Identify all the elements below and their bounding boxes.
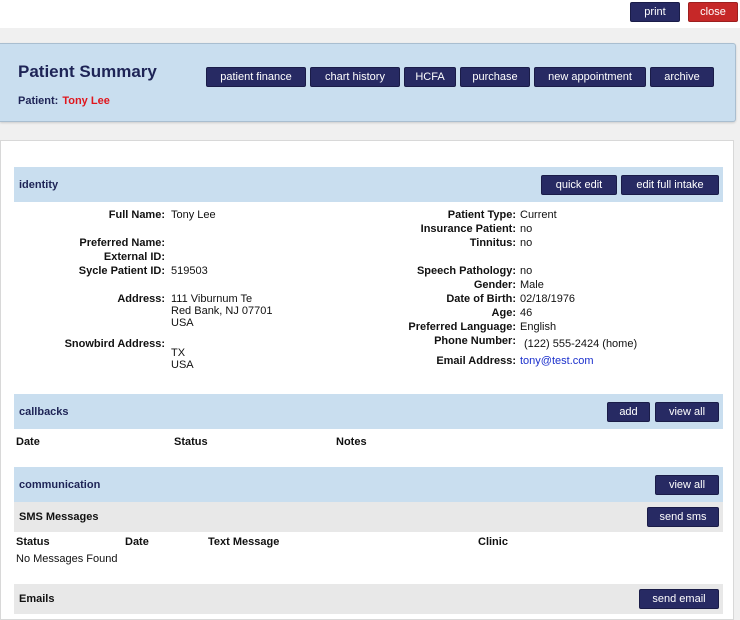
sms-col-clinic: Clinic — [478, 536, 508, 548]
patient-summary-header: Patient Summary Patient: Tony Lee patient… — [0, 43, 736, 122]
gender-value: Male — [520, 279, 544, 291]
speech-pathology-label: Speech Pathology: — [416, 265, 516, 277]
email-address-label: Email Address: — [436, 355, 516, 367]
sms-col-text-message: Text Message — [208, 536, 280, 548]
insurance-patient-label: Insurance Patient: — [420, 223, 516, 235]
age-value: 46 — [520, 307, 533, 319]
insurance-patient-value: no — [520, 223, 533, 235]
address-line-3: USA — [171, 317, 194, 329]
email-link[interactable]: tony@test.com — [520, 355, 594, 367]
tinnitus-label: Tinnitus: — [469, 237, 516, 249]
sms-subsection-header: SMS Messages send sms — [14, 502, 723, 532]
summary-content: identity quick edit edit full intake Ful… — [0, 140, 734, 620]
page-title: Patient Summary — [18, 62, 157, 81]
callbacks-col-notes: Notes — [336, 436, 367, 448]
dob-label: Date of Birth: — [446, 293, 516, 305]
sms-col-status: Status — [16, 536, 50, 548]
emails-title: Emails — [19, 593, 55, 605]
gender-label: Gender: — [473, 279, 516, 291]
patient-type-value: Current — [520, 209, 557, 221]
callbacks-section-header: callbacks add view all — [14, 394, 723, 429]
view-all-communication-button[interactable]: view all — [655, 475, 719, 495]
send-email-button[interactable]: send email — [639, 589, 719, 609]
emails-subsection-header: Emails send email — [14, 584, 723, 614]
sms-title: SMS Messages — [19, 511, 99, 523]
sms-empty-message: No Messages Found — [16, 553, 118, 565]
tinnitus-value: no — [520, 237, 533, 249]
communication-title: communication — [19, 479, 101, 491]
close-button[interactable]: close — [688, 2, 738, 22]
dob-value: 02/18/1976 — [520, 293, 576, 305]
age-label: Age: — [491, 307, 516, 319]
quick-edit-button[interactable]: quick edit — [541, 175, 617, 195]
phone-number-label: Phone Number: — [434, 335, 516, 347]
patient-finance-button[interactable]: patient finance — [206, 67, 306, 87]
patient-label: Patient: — [18, 95, 59, 107]
new-appointment-button[interactable]: new appointment — [534, 67, 646, 87]
identity-title: identity — [19, 179, 59, 191]
preferred-name-label: Preferred Name: — [79, 237, 165, 249]
callbacks-col-date: Date — [16, 436, 40, 448]
chart-history-button[interactable]: chart history — [310, 67, 400, 87]
address-line-2: Red Bank, NJ 07701 — [171, 305, 273, 317]
communication-section-header: communication view all — [14, 467, 723, 502]
callbacks-title: callbacks — [19, 406, 69, 418]
preferred-language-value: English — [520, 321, 557, 333]
hcfa-button[interactable]: HCFA — [404, 67, 456, 87]
sycle-id-value: 519503 — [171, 265, 208, 277]
view-all-callbacks-button[interactable]: view all — [655, 402, 719, 422]
preferred-language-label: Preferred Language: — [408, 321, 516, 333]
phone-number-value: (122) 555-2424 (home) — [524, 338, 638, 350]
print-button[interactable]: print — [630, 2, 680, 22]
address-label: Address: — [117, 293, 165, 305]
patient-type-label: Patient Type: — [447, 209, 516, 221]
sycle-id-label: Sycle Patient ID: — [78, 265, 165, 277]
address-line-1: 111 Viburnum Te — [171, 293, 253, 305]
patient-name: Tony Lee — [62, 95, 110, 107]
top-toolbar: print close — [0, 0, 740, 28]
full-name-label: Full Name: — [108, 209, 165, 221]
snowbird-line-1: TX — [171, 347, 186, 359]
callbacks-col-status: Status — [174, 436, 208, 448]
patient-line: Patient: Tony Lee — [18, 95, 110, 107]
archive-button[interactable]: archive — [650, 67, 714, 87]
edit-full-intake-button[interactable]: edit full intake — [621, 175, 719, 195]
purchase-button[interactable]: purchase — [460, 67, 530, 87]
full-name-value: Tony Lee — [171, 209, 216, 221]
identity-section-header: identity quick edit edit full intake — [14, 167, 723, 202]
send-sms-button[interactable]: send sms — [647, 507, 719, 527]
add-callback-button[interactable]: add — [607, 402, 650, 422]
snowbird-address-label: Snowbird Address: — [64, 338, 165, 350]
external-id-label: External ID: — [103, 251, 165, 263]
sms-col-date: Date — [125, 536, 149, 548]
snowbird-line-2: USA — [171, 359, 194, 371]
speech-pathology-value: no — [520, 265, 533, 277]
